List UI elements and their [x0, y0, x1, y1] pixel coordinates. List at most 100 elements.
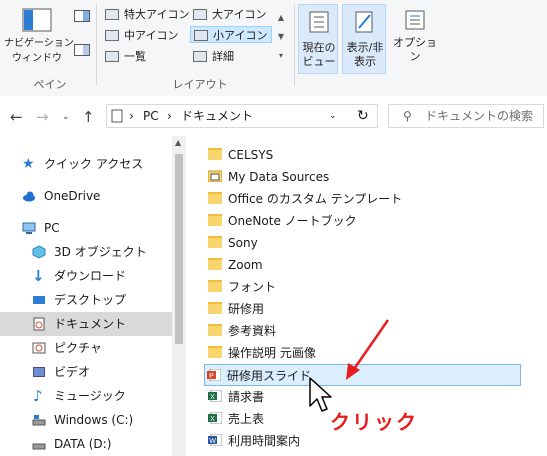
- details-pane-button[interactable]: [72, 44, 92, 60]
- pictures-icon: [32, 342, 46, 354]
- sidebar-item-windows-c[interactable]: Windows (C:): [0, 408, 172, 432]
- separator: [294, 4, 295, 86]
- options-button[interactable]: オプション: [390, 8, 440, 68]
- refresh-icon[interactable]: ↻: [357, 105, 369, 127]
- powerpoint-icon: P: [207, 369, 221, 381]
- cloud-icon: [23, 191, 35, 202]
- address-bar[interactable]: › PC › ドキュメント ⌄ ↻: [106, 104, 378, 128]
- breadcrumb-documents[interactable]: ドキュメント: [181, 105, 253, 127]
- folder-icon: [208, 192, 222, 204]
- folder-icon: [208, 280, 222, 292]
- list-item[interactable]: X 請求書: [206, 386, 366, 408]
- folder-icon: [208, 236, 222, 248]
- word-icon: W: [208, 434, 222, 446]
- sidebar-item-data-d[interactable]: DATA (D:): [0, 432, 172, 456]
- list-item[interactable]: My Data Sources: [206, 166, 366, 188]
- folder-icon: [208, 302, 222, 314]
- search-icon: ⚲: [403, 109, 412, 123]
- folder-icon: [208, 148, 222, 160]
- current-view-button[interactable]: 現在の ビュー: [298, 4, 338, 74]
- forward-icon[interactable]: →: [36, 108, 49, 126]
- list-item[interactable]: Zoom: [206, 254, 366, 276]
- sidebar-item-quick-access[interactable]: ★ クイック アクセス: [0, 152, 172, 176]
- extra-large-icons-icon: [105, 9, 119, 20]
- large-icons-icon: [193, 9, 207, 20]
- svg-text:X: X: [210, 416, 215, 423]
- list-item[interactable]: CELSYS: [206, 144, 366, 166]
- cube-icon: [32, 245, 46, 259]
- show-hide-label: 表示/非 表示: [346, 41, 384, 68]
- ribbon: ナビゲーション ウィンドウ ペイン 特大アイコン 大アイコン 中アイコン 小アイ…: [0, 0, 547, 97]
- list-item[interactable]: フォント: [206, 276, 366, 298]
- sidebar-scrollbar[interactable]: ▲: [172, 136, 186, 456]
- list-item[interactable]: OneNote ノートブック: [206, 210, 406, 232]
- svg-text:X: X: [210, 394, 215, 401]
- drive-icon: [32, 443, 46, 450]
- music-icon: ♪: [33, 387, 43, 405]
- address-dropdown-icon[interactable]: ⌄: [329, 105, 337, 127]
- list-item[interactable]: Office のカスタム テンプレート: [206, 188, 426, 210]
- list-item[interactable]: 参考資料: [206, 320, 366, 342]
- pane-group-label: ペイン: [33, 78, 67, 91]
- layout-group-label: レイアウト: [172, 78, 228, 91]
- navigation-pane-icon: [22, 8, 52, 32]
- layout-small-icons[interactable]: 小アイコン: [190, 26, 272, 43]
- sidebar-item-pictures[interactable]: ピクチャ: [0, 336, 172, 360]
- documents-icon: [111, 109, 123, 123]
- back-icon[interactable]: ←: [10, 108, 23, 126]
- search-box[interactable]: ⚲ ドキュメントの検索: [388, 104, 544, 128]
- scrollbar-thumb[interactable]: [175, 154, 183, 344]
- folder-icon: [208, 214, 222, 226]
- options-label: オプション: [393, 36, 437, 63]
- sidebar-item-onedrive[interactable]: OneDrive: [0, 184, 172, 208]
- small-icons-icon: [194, 30, 208, 41]
- breadcrumb-separator: ›: [129, 109, 134, 123]
- sidebar-item-music[interactable]: ♪ ミュージック: [0, 384, 172, 408]
- svg-text:W: W: [209, 438, 216, 445]
- list-item[interactable]: 研修用: [206, 298, 366, 320]
- video-icon: [33, 367, 45, 377]
- layout-options: 特大アイコン 大アイコン 中アイコン 小アイコン 一覧 詳細 ▲ ▼ ▾: [102, 4, 288, 68]
- svg-text:P: P: [209, 373, 214, 380]
- sidebar-item-pc[interactable]: PC: [0, 216, 172, 240]
- breadcrumb-pc[interactable]: PC: [143, 105, 159, 127]
- navigation-pane-button[interactable]: ナビゲーション ウィンドウ: [4, 8, 74, 68]
- details-icon: [193, 51, 207, 62]
- layout-scroll-arrows[interactable]: ▲ ▼ ▾: [276, 8, 286, 66]
- sidebar-item-documents[interactable]: ドキュメント: [0, 312, 172, 336]
- list-item[interactable]: 操作説明 元画像: [206, 342, 366, 364]
- show-hide-button[interactable]: 表示/非 表示: [342, 4, 386, 74]
- documents-icon: [33, 317, 45, 331]
- sidebar-item-downloads[interactable]: ↓ ダウンロード: [0, 264, 172, 288]
- star-icon: ★: [22, 156, 35, 172]
- current-view-icon: [309, 11, 329, 33]
- excel-icon: X: [208, 390, 222, 402]
- list-item[interactable]: Sony: [206, 232, 366, 254]
- data-sources-folder-icon: [208, 170, 222, 182]
- excel-icon: X: [208, 412, 222, 424]
- click-annotation-label: クリック: [330, 410, 418, 434]
- scroll-up-icon[interactable]: ▲: [175, 138, 181, 147]
- folder-icon: [208, 258, 222, 270]
- folder-icon: [208, 346, 222, 358]
- download-icon: ↓: [32, 267, 45, 285]
- up-icon[interactable]: ↑: [82, 108, 95, 126]
- list-item-highlighted[interactable]: P 研修用スライド: [204, 364, 521, 386]
- options-icon: [405, 10, 425, 30]
- recent-locations-icon[interactable]: ⌄: [62, 112, 70, 122]
- folder-icon: [208, 324, 222, 336]
- navigation-pane: ★ クイック アクセス OneDrive PC 3D オブジェクト ↓ ダウンロ…: [0, 136, 188, 456]
- computer-icon: [22, 222, 36, 234]
- list-icon: [105, 51, 119, 62]
- medium-icons-icon: [105, 30, 119, 41]
- desktop-icon: [33, 296, 45, 304]
- breadcrumb-separator: ›: [167, 109, 172, 123]
- preview-pane-button[interactable]: [72, 10, 92, 26]
- sidebar-item-videos[interactable]: ビデオ: [0, 360, 172, 384]
- search-placeholder: ドキュメントの検索: [425, 109, 534, 123]
- sidebar-item-desktop[interactable]: デスクトップ: [0, 288, 172, 312]
- preview-pane-icon: [74, 10, 90, 22]
- sidebar-item-3d-objects[interactable]: 3D オブジェクト: [0, 240, 172, 264]
- details-pane-icon: [74, 44, 90, 56]
- current-view-label: 現在の ビュー: [302, 41, 336, 68]
